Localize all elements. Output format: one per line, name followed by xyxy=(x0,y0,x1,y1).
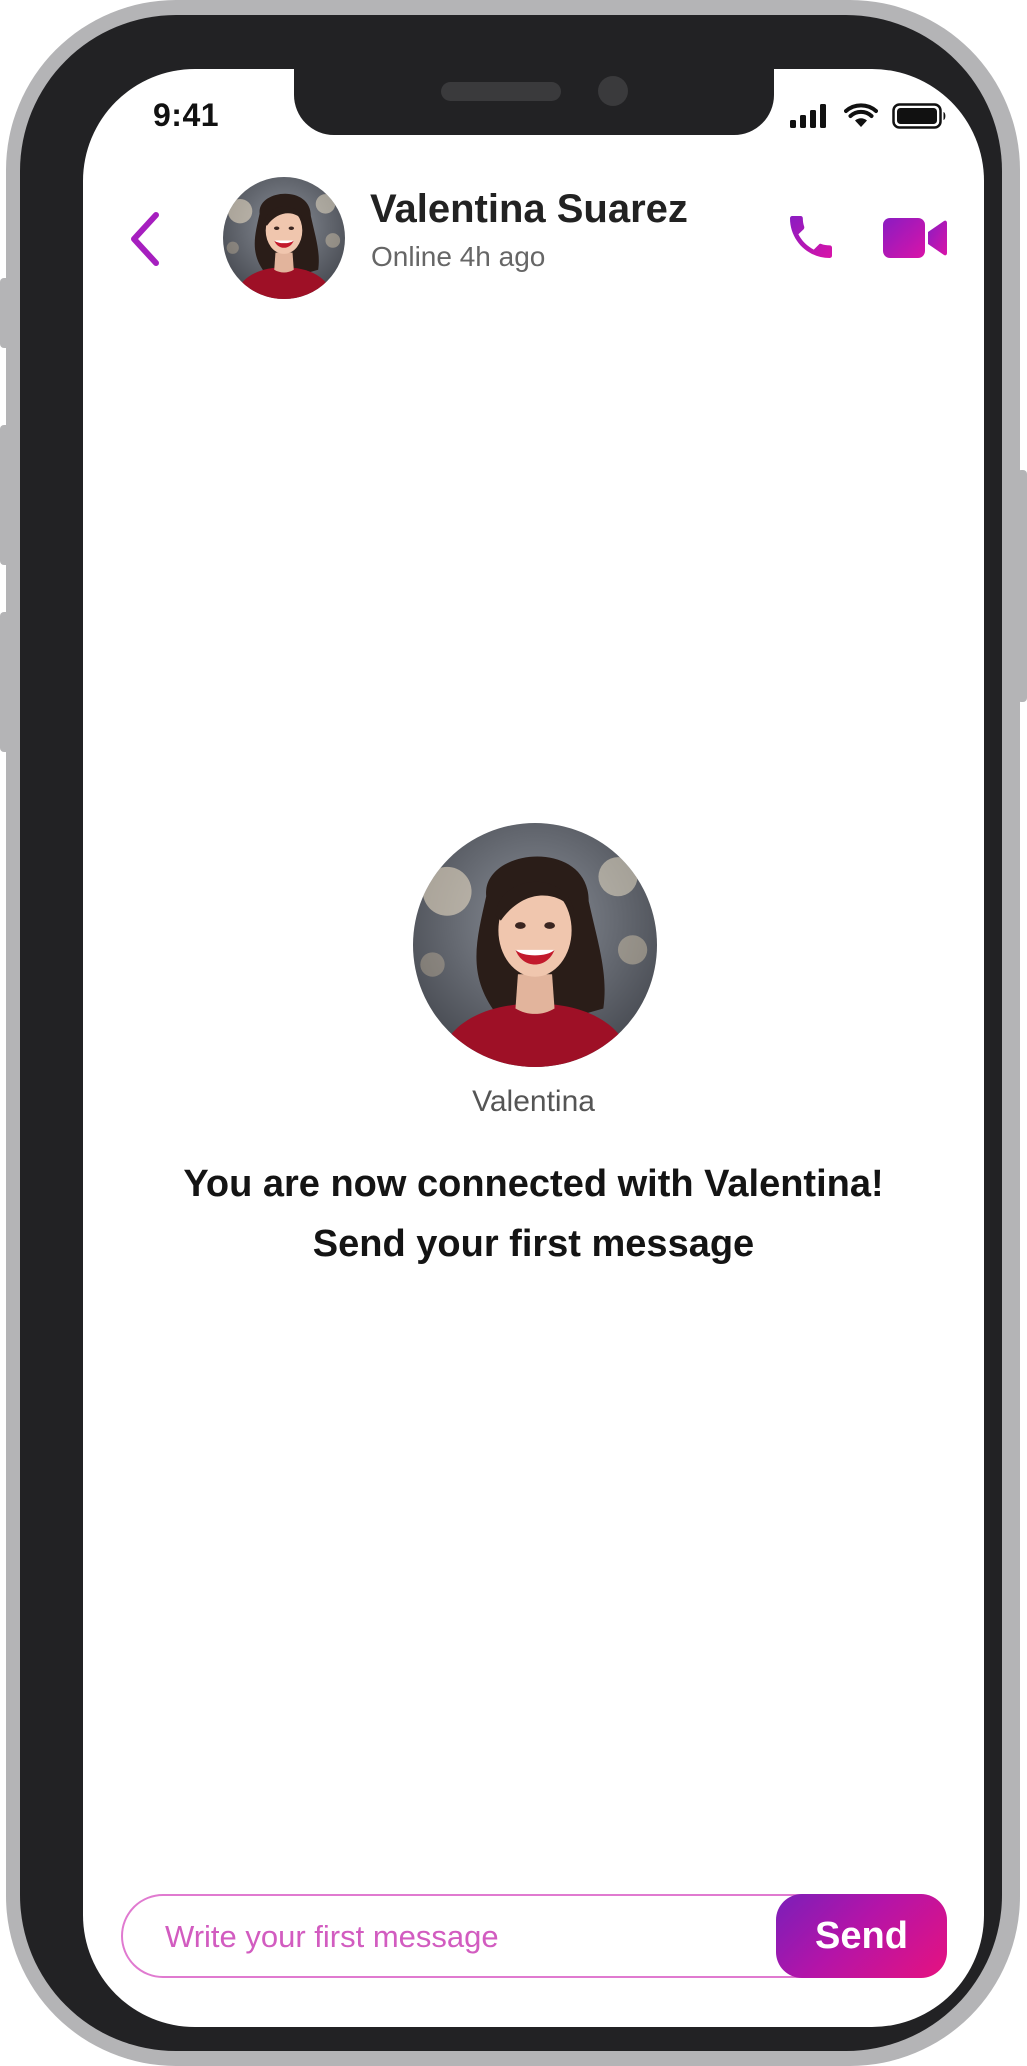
message-input[interactable] xyxy=(163,1896,767,1978)
battery-icon xyxy=(892,103,946,129)
status-time: 9:41 xyxy=(153,97,220,133)
phone-icon[interactable] xyxy=(783,209,839,265)
connected-line-1: You are now connected with Valentina! xyxy=(183,1163,884,1205)
speaker-grille xyxy=(441,82,561,101)
front-camera xyxy=(598,76,628,106)
silent-switch xyxy=(0,278,10,348)
signal-icon xyxy=(790,104,826,128)
contact-avatar[interactable] xyxy=(223,177,345,299)
profile-avatar-image xyxy=(413,823,657,1067)
volume-down-button xyxy=(0,612,10,752)
connected-line-2: Send your first message xyxy=(312,1223,755,1265)
power-button xyxy=(1017,470,1027,702)
contact-name[interactable]: Valentina Suarez xyxy=(370,187,688,232)
back-chevron-icon[interactable] xyxy=(123,209,169,269)
send-button[interactable]: Send xyxy=(776,1894,947,1978)
connected-message: You are now connected with Valentina! Se… xyxy=(83,1154,984,1274)
profile-avatar xyxy=(413,823,657,1067)
wifi-icon xyxy=(844,103,878,127)
status-icons xyxy=(790,103,948,129)
volume-up-button xyxy=(0,425,10,565)
notch xyxy=(294,69,774,135)
chat-screen: 9:41 Valentina Suarez Online 4h ago Vale… xyxy=(83,69,984,2027)
video-camera-icon[interactable] xyxy=(883,215,947,261)
contact-status: Online 4h ago xyxy=(371,241,546,272)
profile-first-name: Valentina xyxy=(472,1085,595,1118)
contact-avatar-image xyxy=(223,177,345,299)
phone-bezel: 9:41 Valentina Suarez Online 4h ago Vale… xyxy=(20,15,1002,2051)
